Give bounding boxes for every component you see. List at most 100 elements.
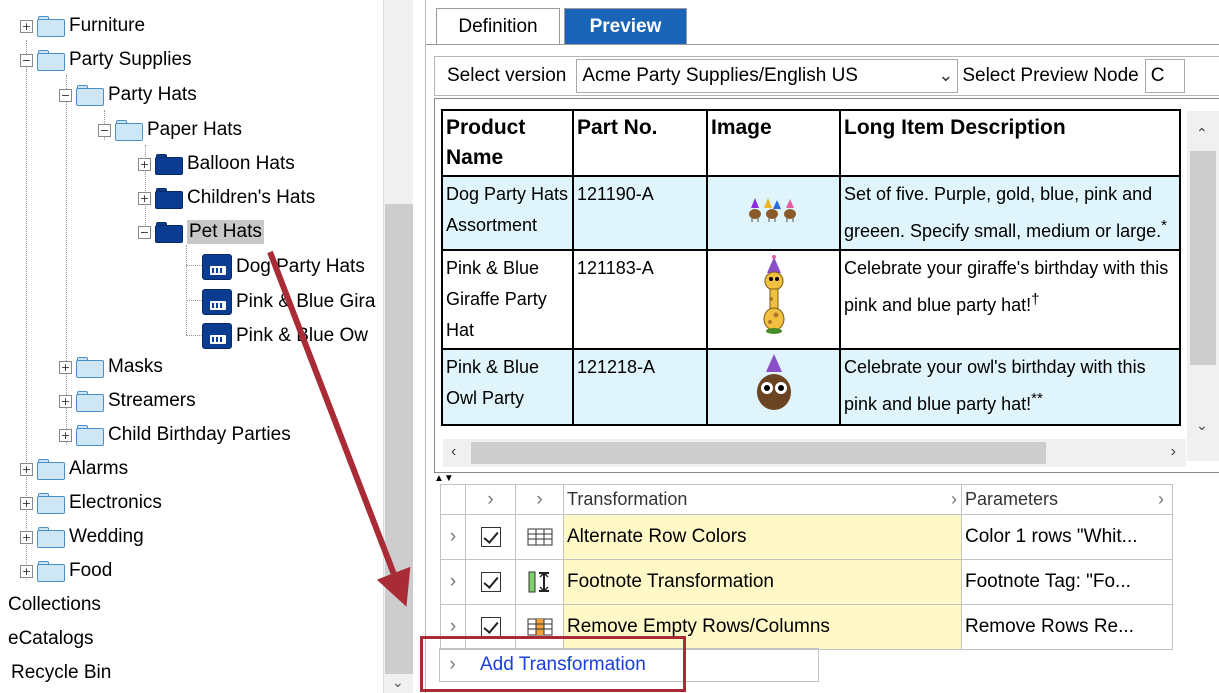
chevron-right-icon[interactable]: › xyxy=(440,559,466,605)
chevron-down-icon[interactable]: ⌄ xyxy=(392,674,404,691)
transformation-name: Footnote Transformation xyxy=(563,559,962,605)
scrollbar-thumb[interactable] xyxy=(385,204,413,674)
preview-horizontal-scrollbar[interactable]: ‹ › xyxy=(443,439,1186,467)
enable-checkbox[interactable] xyxy=(465,559,516,605)
tree-item-paper-hats[interactable]: − Paper Hats xyxy=(98,115,242,145)
transformation-params: Color 1 rows "Whit... xyxy=(961,514,1173,560)
chevron-right-icon[interactable]: › xyxy=(1171,443,1176,461)
table-row: Dog Party Hats Assortment 121190-A Set o… xyxy=(441,175,1181,251)
tree-item-label: Party Supplies xyxy=(69,49,192,70)
version-dropdown[interactable]: Acme Party Supplies/English US ⌄ xyxy=(576,59,959,93)
folder-icon xyxy=(76,356,104,378)
tree-item-masks[interactable]: + Masks xyxy=(59,352,163,382)
folder-icon xyxy=(76,424,104,446)
footnote-mark: ** xyxy=(1031,390,1043,407)
column-header: Part No. xyxy=(572,109,708,177)
tree-item-food[interactable]: + Food xyxy=(20,556,112,586)
tree-item-dog-party-hats[interactable]: Dog Party Hats xyxy=(202,252,365,282)
tree-item-label: Balloon Hats xyxy=(187,153,295,174)
expand-icon[interactable]: + xyxy=(138,157,151,171)
preview-vertical-scrollbar[interactable]: ⌃ ⌄ xyxy=(1187,111,1219,461)
checkbox-checked-icon[interactable] xyxy=(480,616,501,637)
product-table-icon xyxy=(202,323,232,349)
transformation-row[interactable]: › Alternate Row Colors Color 1 rows "Whi… xyxy=(440,514,1173,560)
collapse-icon[interactable]: − xyxy=(59,88,72,102)
tree-item-alarms[interactable]: + Alarms xyxy=(20,454,128,484)
tree-item-label: Recycle Bin xyxy=(11,662,112,683)
expand-icon[interactable]: + xyxy=(20,19,33,33)
tree-item-label: Wedding xyxy=(69,526,144,547)
chevron-down-icon[interactable]: ⌄ xyxy=(938,65,953,86)
tab-definition[interactable]: Definition xyxy=(436,8,560,44)
description-text: Celebrate your owl's birthday with this … xyxy=(844,357,1146,414)
catalog-tree[interactable]: + Furniture − Party Supplies − Party Hat… xyxy=(0,0,383,693)
tree-item-child-birthday-parties[interactable]: + Child Birthday Parties xyxy=(59,420,291,450)
expand-icon[interactable]: + xyxy=(20,496,33,510)
tree-connector xyxy=(186,335,202,336)
transformation-row[interactable]: › Footnote Transformation Footnote Tag: … xyxy=(440,559,1173,605)
chevron-up-icon[interactable]: ⌃ xyxy=(1196,125,1208,142)
tree-item-ecatalogs[interactable]: eCatalogs xyxy=(8,624,94,654)
footnote-mark: † xyxy=(1031,291,1040,308)
expand-icon[interactable]: + xyxy=(59,428,72,442)
product-name-cell: Pink & Blue Giraffe Party Hat xyxy=(441,249,574,350)
transformation-name: Alternate Row Colors xyxy=(563,514,962,560)
owl-hat-image xyxy=(754,352,794,422)
tree-item-furniture[interactable]: + Furniture xyxy=(20,11,145,41)
tree-item-label: Dog Party Hats xyxy=(236,256,365,277)
tree-item-party-hats[interactable]: − Party Hats xyxy=(59,80,197,110)
folder-icon xyxy=(37,15,65,37)
tab-preview[interactable]: Preview xyxy=(564,8,687,44)
tree-item-wedding[interactable]: + Wedding xyxy=(20,522,144,552)
tree-item-collections[interactable]: Collections xyxy=(8,590,101,620)
chevron-right-icon: › xyxy=(951,489,957,509)
tree-item-label: Masks xyxy=(108,356,163,377)
tree-item-party-supplies[interactable]: − Party Supplies xyxy=(20,45,192,75)
checkbox-checked-icon[interactable] xyxy=(480,526,501,547)
collapse-icon[interactable]: − xyxy=(98,123,111,137)
collapse-icon[interactable]: − xyxy=(138,225,151,239)
expand-icon[interactable]: + xyxy=(138,191,151,205)
tree-item-pink-blue-giraffe[interactable]: Pink & Blue Gira xyxy=(202,287,375,317)
splitter-arrows-icon[interactable]: ▲▼ xyxy=(434,473,474,484)
tree-item-streamers[interactable]: + Streamers xyxy=(59,386,196,416)
tree-connector xyxy=(186,265,202,266)
chevron-left-icon[interactable]: ‹ xyxy=(451,443,456,461)
select-preview-node-label: Select Preview Node xyxy=(962,65,1139,86)
preview-table: Product Name Part No. Image Long Item De… xyxy=(441,109,1181,426)
tree-scrollbar[interactable]: ⌄ xyxy=(383,0,413,693)
table-grid-icon xyxy=(527,528,552,546)
tree-item-pink-blue-owl[interactable]: Pink & Blue Ow xyxy=(202,321,368,351)
chevron-right-icon[interactable]: › xyxy=(440,514,466,560)
chevron-right-icon: › xyxy=(465,484,516,515)
preview-node-dropdown[interactable]: C xyxy=(1144,59,1185,93)
table-header-row: Product Name Part No. Image Long Item De… xyxy=(441,109,1181,177)
footnote-mark: * xyxy=(1161,217,1167,234)
expand-icon[interactable]: + xyxy=(59,360,72,374)
tree-item-balloon-hats[interactable]: + Balloon Hats xyxy=(138,149,295,179)
tree-item-label: Food xyxy=(69,560,113,581)
collapse-icon[interactable]: − xyxy=(20,53,33,67)
checkbox-checked-icon[interactable] xyxy=(480,571,501,592)
tree-connector xyxy=(186,300,202,301)
scrollbar-thumb[interactable] xyxy=(471,442,1046,464)
scrollbar-thumb[interactable] xyxy=(1190,151,1216,365)
expand-icon[interactable]: + xyxy=(59,394,72,408)
select-version-label: Select version xyxy=(447,65,567,86)
tree-item-electronics[interactable]: + Electronics xyxy=(20,488,162,518)
enable-checkbox[interactable] xyxy=(465,514,516,560)
tree-item-recycle-bin[interactable]: Recycle Bin xyxy=(11,658,111,688)
column-header: Product Name xyxy=(441,109,574,177)
folder-icon xyxy=(37,49,65,71)
highlight-box xyxy=(420,636,686,692)
expand-icon[interactable]: + xyxy=(20,462,33,476)
tree-item-label: Paper Hats xyxy=(147,119,243,140)
tree-item-childrens-hats[interactable]: + Children's Hats xyxy=(138,183,315,213)
product-image-cell xyxy=(706,348,841,426)
chevron-down-icon[interactable]: ⌄ xyxy=(1196,417,1208,434)
expand-icon[interactable]: + xyxy=(20,564,33,578)
tree-item-pet-hats[interactable]: − Pet Hats xyxy=(138,217,264,247)
expand-icon[interactable]: + xyxy=(20,530,33,544)
chevron-right-icon: › xyxy=(1158,489,1164,509)
column-header: Image xyxy=(706,109,841,177)
